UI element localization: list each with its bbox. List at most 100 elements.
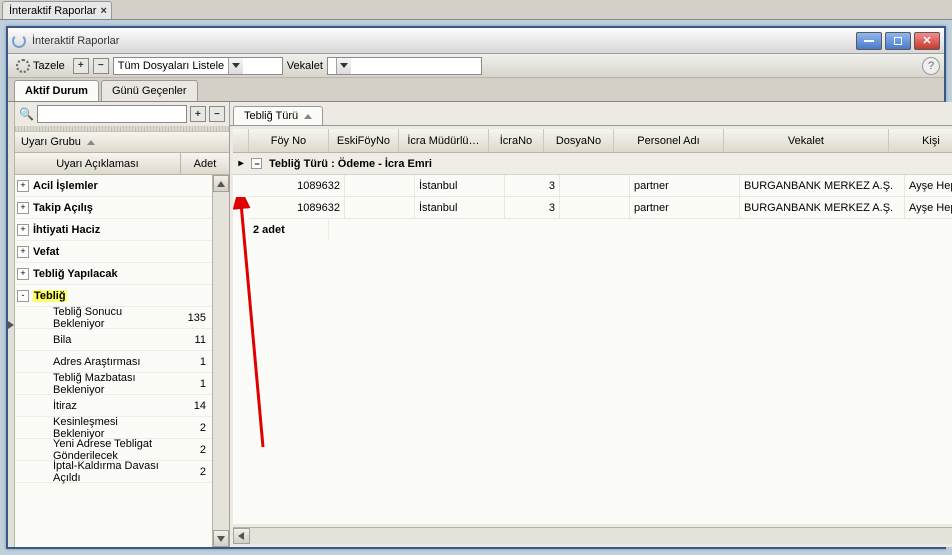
scroll-track[interactable]	[250, 528, 952, 544]
col-kisi[interactable]: Kişi	[889, 129, 952, 152]
group-row-label: Tebliğ Türü : Ödeme - İcra Emri	[265, 153, 952, 174]
cell-foy-no: 1089632	[249, 197, 345, 219]
tree-group-row[interactable]: +Vefat	[15, 241, 212, 263]
collapse-icon[interactable]: -	[17, 290, 29, 302]
expand-icon[interactable]: +	[17, 246, 29, 258]
cell-icra-mudurlugu: İstanbul	[415, 197, 505, 219]
cell-icra-mudurlugu: İstanbul	[415, 175, 505, 197]
tree-item-row[interactable]: Kesinleşmesi Bekleniyor2	[15, 417, 212, 439]
close-icon[interactable]: ×	[100, 5, 106, 17]
col-eski-foy-no[interactable]: EskiFöyNo	[329, 129, 399, 152]
tree-item-row[interactable]: Bila11	[15, 329, 212, 351]
group-panel[interactable]: Uyarı Grubu	[15, 131, 229, 153]
cell-icra-no: 3	[505, 197, 560, 219]
refresh-label: Tazele	[33, 60, 65, 72]
refresh-button[interactable]: Tazele	[12, 58, 69, 74]
expand-icon[interactable]: +	[17, 224, 29, 236]
expand-all-button[interactable]: +	[73, 58, 89, 74]
cell-eski-foy-no	[345, 175, 415, 197]
data-grid[interactable]: Föy No EskiFöyNo İcra Müdürlü… İcraNo Do…	[233, 129, 952, 524]
col-dosya-no[interactable]: DosyaNo	[544, 129, 614, 152]
tree-list[interactable]: +Acil İşlemler+Takip Açılış+İhtiyati Hac…	[15, 175, 212, 547]
help-button[interactable]: ?	[922, 57, 940, 75]
col-personel-adi[interactable]: Personel Adı	[614, 129, 724, 152]
tree-item-row[interactable]: Adres Araştırması1	[15, 351, 212, 373]
expand-icon[interactable]: +	[17, 268, 29, 280]
group-row[interactable]: ▸ − Tebliğ Türü : Ödeme - İcra Emri	[233, 153, 952, 175]
inner-window: İnteraktif Raporlar ✕ Tazele + − Tüm Dos…	[6, 26, 946, 549]
tab-aktif-durum[interactable]: Aktif Durum	[14, 80, 99, 101]
search-expand-button[interactable]: +	[190, 106, 206, 122]
vertical-scrollbar[interactable]	[212, 175, 229, 547]
cell-kisi: Ayşe Hepgüle	[905, 175, 952, 197]
scroll-left-button[interactable]	[233, 528, 250, 544]
tab-teblig-turu[interactable]: Tebliğ Türü	[233, 106, 323, 125]
expand-icon[interactable]: +	[17, 202, 29, 214]
file-filter-dropdown[interactable]: Tüm Dosyaları Listele	[113, 57, 283, 75]
tree-item-row[interactable]: İtiraz14	[15, 395, 212, 417]
col-vekalet[interactable]: Vekalet	[724, 129, 889, 152]
vekalet-dropdown[interactable]	[327, 57, 482, 75]
col-foy-no[interactable]: Föy No	[249, 129, 329, 152]
outer-tab[interactable]: İnteraktif Raporlar ×	[2, 1, 112, 19]
row-label: İptal-Kaldırma Davası Açıldı	[31, 460, 164, 484]
tree-group-row[interactable]: +Acil İşlemler	[15, 175, 212, 197]
tree-group-row[interactable]: +Tebliğ Yapılacak	[15, 263, 212, 285]
outer-tabbar: İnteraktif Raporlar ×	[0, 0, 952, 20]
cell-personel: partner	[630, 175, 740, 197]
minimize-button[interactable]	[856, 32, 882, 50]
refresh-icon	[16, 59, 30, 73]
left-panel: 🔍 + − Uyarı Grubu Uyarı Açıklaması Adet …	[15, 102, 230, 547]
left-collapse-handle[interactable]	[8, 102, 15, 547]
cell-foy-no: 1089632	[249, 175, 345, 197]
tree-item-row[interactable]: Tebliğ Mazbatası Bekleniyor1	[15, 373, 212, 395]
col-icra-no[interactable]: İcraNo	[489, 129, 544, 152]
cell-kisi: Ayşe Hepgüle	[905, 197, 952, 219]
cell-personel: partner	[630, 197, 740, 219]
grid-header: Föy No EskiFöyNo İcra Müdürlü… İcraNo Do…	[233, 129, 952, 153]
horizontal-scrollbar[interactable]	[233, 527, 952, 544]
tree-item-row[interactable]: İptal-Kaldırma Davası Açıldı2	[15, 461, 212, 483]
search-input[interactable]	[37, 105, 187, 123]
table-row[interactable]: 1089632İstanbul3partnerBURGANBANK MERKEZ…	[233, 175, 952, 197]
scroll-track[interactable]	[213, 192, 229, 530]
col-adet[interactable]: Adet	[181, 153, 229, 174]
indicator-col	[233, 129, 249, 152]
chevron-down-icon	[228, 58, 243, 74]
close-button[interactable]: ✕	[914, 32, 940, 50]
search-collapse-button[interactable]: −	[209, 106, 225, 122]
chevron-down-icon	[336, 58, 351, 74]
col-uyari-aciklamasi[interactable]: Uyarı Açıklaması	[15, 153, 181, 174]
search-row: 🔍 + −	[15, 102, 229, 126]
tab-gunu-gecenler[interactable]: Günü Geçenler	[101, 80, 198, 101]
main-tabs: Aktif Durum Günü Geçenler	[8, 78, 944, 102]
tree-group-row[interactable]: +İhtiyati Haciz	[15, 219, 212, 241]
window-title: İnteraktif Raporlar	[32, 35, 856, 47]
collapse-all-button[interactable]: −	[93, 58, 109, 74]
table-row[interactable]: 1089632İstanbul3partnerBURGANBANK MERKEZ…	[233, 197, 952, 219]
expand-icon[interactable]: +	[17, 180, 29, 192]
tree-group-row[interactable]: +Takip Açılış	[15, 197, 212, 219]
mdi-workspace: İnteraktif Raporlar ✕ Tazele + − Tüm Dos…	[0, 20, 952, 555]
row-count: 14	[164, 400, 212, 412]
tree-group-row[interactable]: -Tebliğ	[15, 285, 212, 307]
tree-item-row[interactable]: Yeni Adrese Tebligat Gönderilecek2	[15, 439, 212, 461]
row-count: 11	[164, 334, 212, 346]
scroll-up-button[interactable]	[213, 175, 229, 192]
collapse-icon[interactable]: −	[251, 158, 262, 169]
tree-item-row[interactable]: Tebliğ Sonucu Bekleniyor135	[15, 307, 212, 329]
row-label: Vefat	[31, 246, 164, 258]
row-label: Kesinleşmesi Bekleniyor	[31, 416, 164, 440]
scroll-down-button[interactable]	[213, 530, 229, 547]
row-label: Bila	[31, 334, 164, 346]
cell-eski-foy-no	[345, 197, 415, 219]
sort-asc-icon	[304, 114, 312, 119]
maximize-button[interactable]	[885, 32, 911, 50]
toolbar: Tazele + − Tüm Dosyaları Listele Vekalet…	[8, 54, 944, 78]
sort-asc-icon	[87, 140, 95, 145]
summary-count: 2 adet	[249, 219, 329, 241]
row-label: İhtiyati Haciz	[31, 224, 164, 236]
titlebar: İnteraktif Raporlar ✕	[8, 28, 944, 54]
cell-dosya-no	[560, 175, 630, 197]
col-icra-mudurlugu[interactable]: İcra Müdürlü…	[399, 129, 489, 152]
